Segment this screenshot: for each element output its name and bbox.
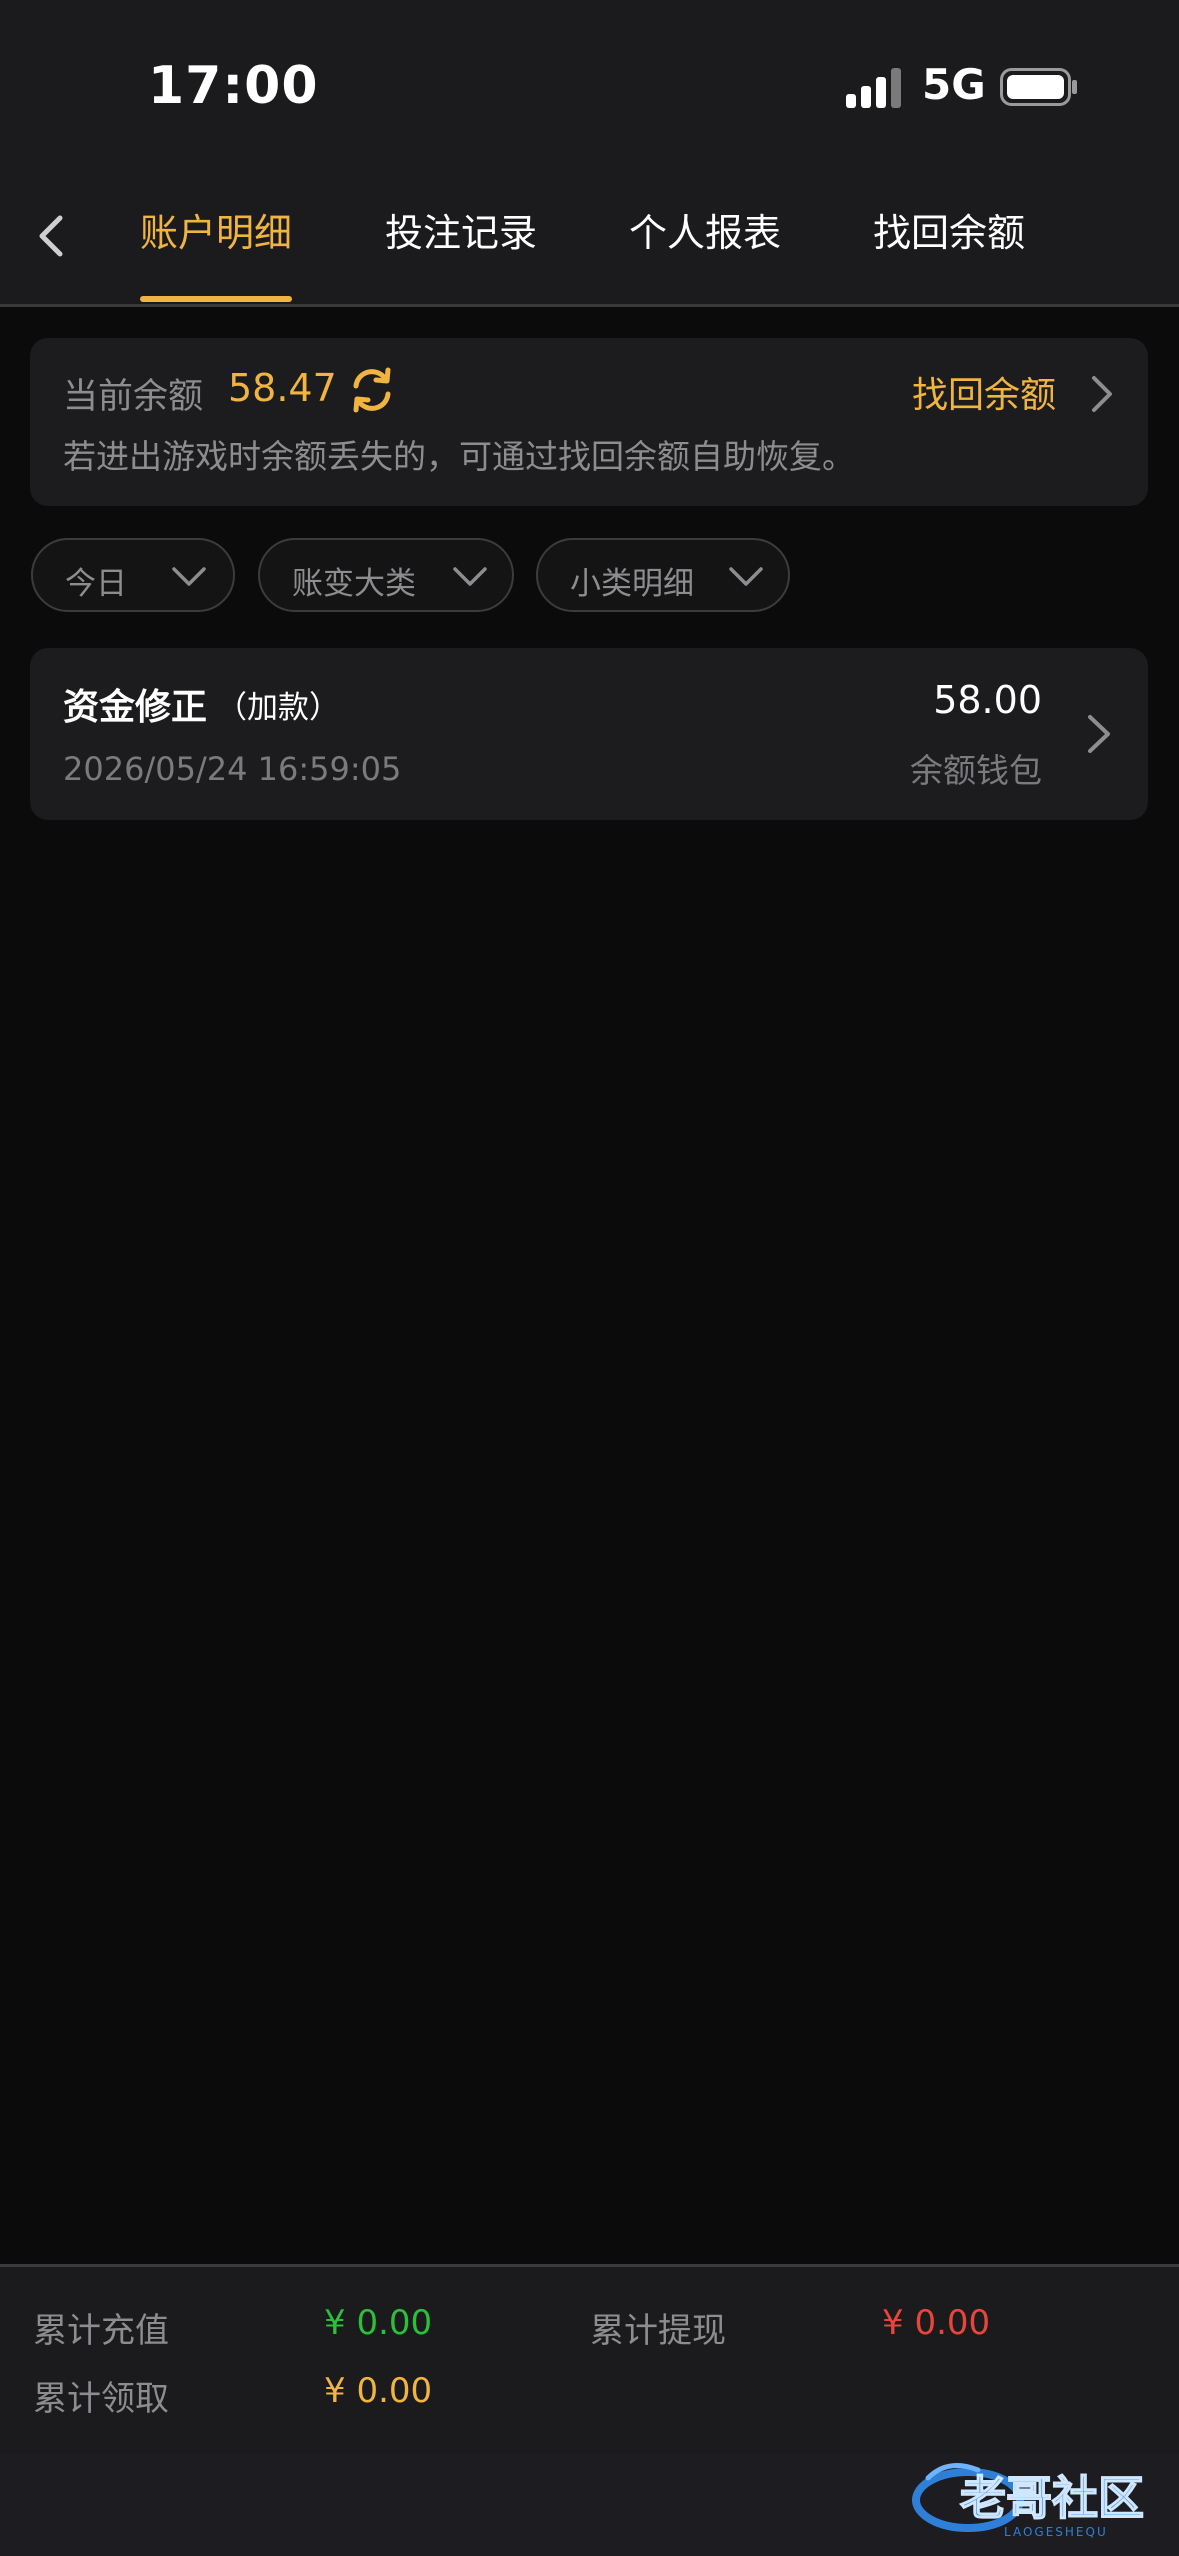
svg-text:LAOGESHEQU: LAOGESHEQU	[1004, 2525, 1108, 2539]
record-datetime: 2026/05/24 16:59:05	[63, 750, 402, 788]
refresh-icon[interactable]	[346, 364, 398, 416]
total-claim-label: 累计领取	[33, 2379, 169, 2419]
record-title: 资金修正	[63, 687, 208, 728]
battery-icon	[1000, 68, 1077, 106]
filter-subcategory[interactable]: 小类明细	[536, 538, 790, 612]
chevron-down-icon	[729, 567, 763, 586]
tab-personal-report[interactable]: 个人报表	[629, 202, 781, 257]
status-bar: 17:00 5G	[0, 0, 1179, 170]
chevron-right-icon[interactable]	[1082, 372, 1122, 416]
balance-hint: 若进出游戏时余额丢失的，可通过找回余额自助恢复。	[63, 437, 855, 476]
chevron-down-icon	[453, 567, 487, 586]
total-withdraw-label: 累计提现	[590, 2311, 726, 2351]
record-subtitle: （加款）	[216, 690, 340, 726]
total-claim-value: ¥ 0.00	[324, 2371, 433, 2411]
recover-balance-link[interactable]: 找回余额	[912, 366, 1056, 418]
back-arrow-icon[interactable]	[22, 206, 82, 266]
tab-account-details[interactable]: 账户明细	[140, 202, 292, 257]
top-nav: 账户明细 投注记录 个人报表 找回余额	[0, 170, 1179, 307]
chevron-right-icon	[1088, 715, 1110, 753]
svg-text:老哥社区: 老哥社区	[960, 2471, 1144, 2525]
watermark-logo: 老哥社区 LAOGESHEQU	[912, 2463, 1145, 2539]
total-recharge-value: ¥ 0.00	[324, 2303, 433, 2343]
filter-date[interactable]: 今日	[31, 538, 235, 612]
list-item[interactable]: 资金修正 （加款） 2026/05/24 16:59:05 58.00 余额钱包	[30, 648, 1148, 820]
balance-amount: 58.47	[228, 366, 337, 410]
filter-category[interactable]: 账变大类	[258, 538, 514, 612]
filter-category-label: 账变大类	[292, 566, 416, 602]
record-amount: 58.00	[933, 678, 1042, 722]
total-recharge-label: 累计充值	[33, 2311, 169, 2351]
chevron-down-icon	[172, 567, 206, 586]
status-time: 17:00	[148, 56, 319, 116]
filter-subcategory-label: 小类明细	[570, 566, 694, 602]
network-label: 5G	[922, 60, 986, 109]
balance-card: 当前余额 58.47 找回余额 若进出游戏时余额丢失的，可通过找回余额自助恢复。	[30, 338, 1148, 506]
balance-label: 当前余额	[63, 377, 204, 417]
record-wallet: 余额钱包	[910, 751, 1042, 790]
total-withdraw-value: ¥ 0.00	[882, 2303, 991, 2343]
summary-panel: 累计充值 ¥ 0.00 累计提现 ¥ 0.00 累计领取 ¥ 0.00	[0, 2264, 1179, 2457]
tab-recover-balance[interactable]: 找回余额	[873, 202, 1025, 257]
tab-bet-records[interactable]: 投注记录	[385, 202, 537, 257]
active-tab-indicator	[140, 296, 292, 302]
filter-date-label: 今日	[65, 566, 127, 602]
signal-icon	[846, 68, 901, 108]
